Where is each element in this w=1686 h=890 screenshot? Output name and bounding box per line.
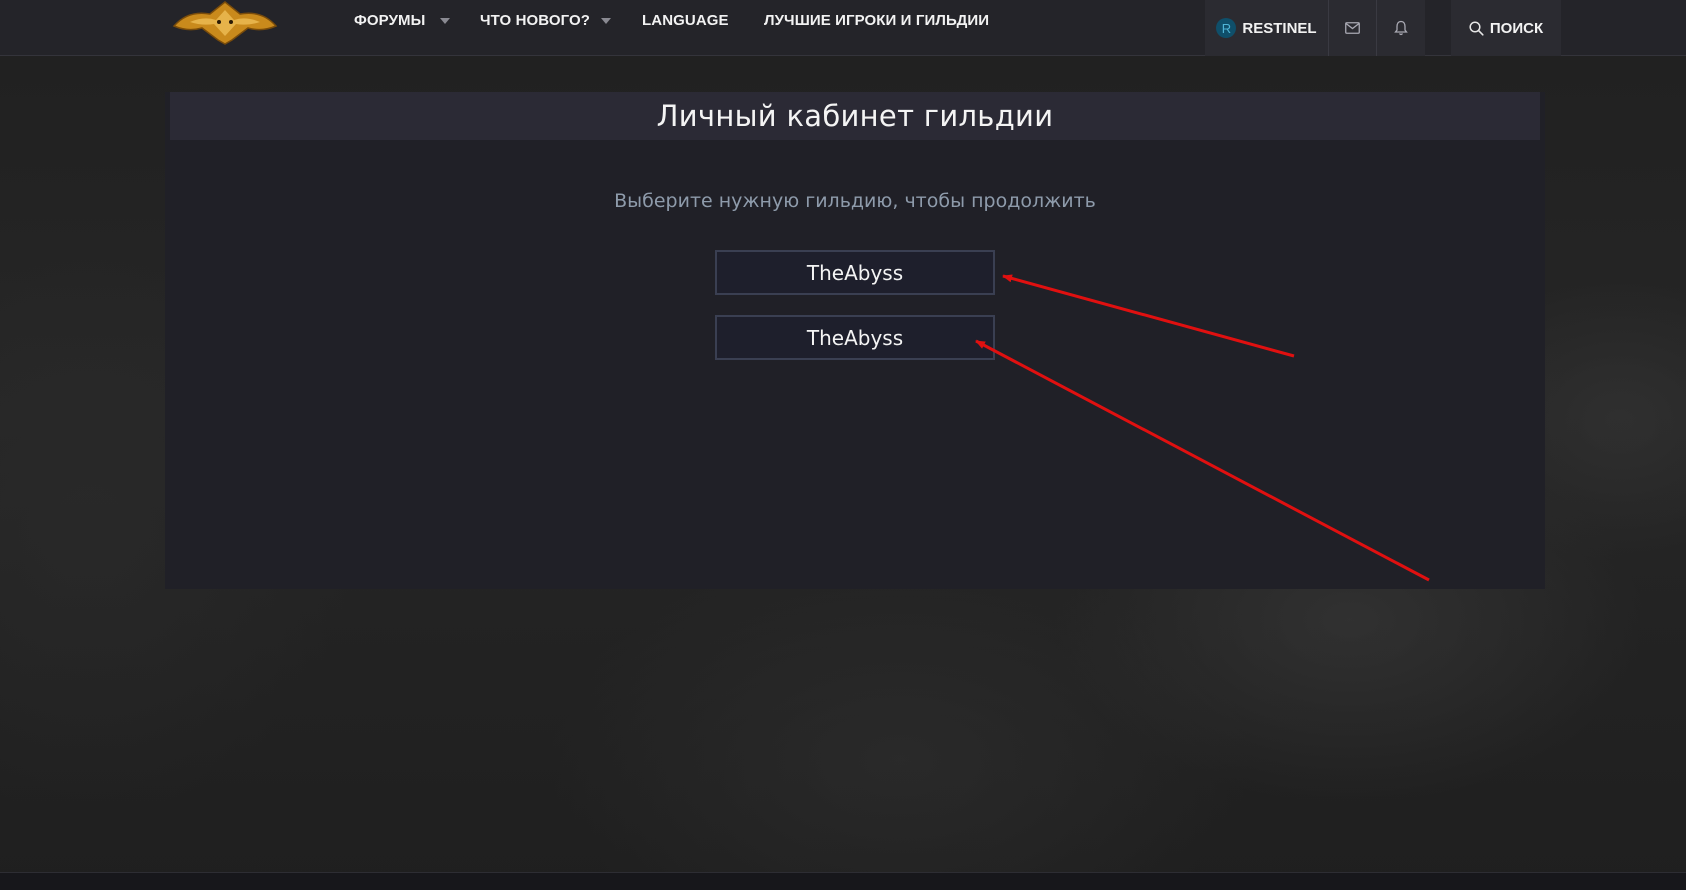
page-title: Личный кабинет гильдии: [656, 99, 1054, 133]
userbar-spacer: [1425, 0, 1451, 56]
site-header: ФОРУМЫ ЧТО НОВОГО? LANGUAGE ЛУЧШИЕ ИГРОК…: [0, 0, 1686, 56]
panel-header: Личный кабинет гильдии: [170, 92, 1540, 140]
search-button[interactable]: ПОИСК: [1451, 0, 1561, 56]
site-logo[interactable]: [170, 0, 280, 48]
guild-select-button[interactable]: TheAbyss: [715, 315, 995, 360]
avatar: R: [1216, 18, 1237, 38]
account-button[interactable]: R RESTINEL: [1205, 0, 1329, 56]
guild-cabinet-panel: Личный кабинет гильдии Выберите нужную г…: [165, 92, 1545, 589]
envelope-icon: [1345, 22, 1360, 34]
user-bar: R RESTINEL ПОИСК: [1205, 0, 1561, 56]
alerts-button[interactable]: [1377, 0, 1425, 56]
bell-icon: [1394, 20, 1408, 36]
nav-forums[interactable]: ФОРУМЫ: [354, 12, 425, 29]
nav-language[interactable]: LANGUAGE: [642, 12, 729, 29]
forums-dropdown-icon[interactable]: [440, 18, 450, 24]
page-footer: [0, 872, 1686, 890]
nav-top-players-guilds[interactable]: ЛУЧШИЕ ИГРОКИ И ГИЛЬДИИ: [764, 12, 989, 29]
guild-select-button[interactable]: TheAbyss: [715, 250, 995, 295]
panel-subtitle: Выберите нужную гильдию, чтобы продолжит…: [614, 190, 1096, 212]
messages-button[interactable]: [1329, 0, 1377, 56]
search-icon: [1469, 20, 1484, 36]
username: RESTINEL: [1242, 19, 1317, 37]
whats-new-dropdown-icon[interactable]: [601, 18, 611, 24]
search-label: ПОИСК: [1489, 19, 1544, 37]
nav-whats-new[interactable]: ЧТО НОВОГО?: [480, 12, 590, 29]
